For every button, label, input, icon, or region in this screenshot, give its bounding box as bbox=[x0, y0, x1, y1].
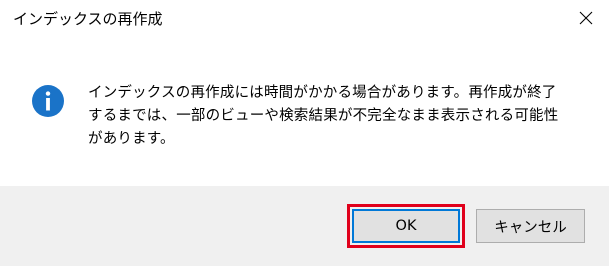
message-line: があります。 bbox=[88, 131, 175, 147]
close-icon bbox=[579, 11, 593, 25]
dialog-content: インデックスの再作成には時間がかかる場合があります。再作成が終了 するまでは、一… bbox=[0, 40, 609, 186]
reindex-dialog: インデックスの再作成 インデックスの再作成には時間がかかる場合があります。再作成… bbox=[0, 0, 609, 266]
message-line: するまでは、一部のビューや検索結果が不完全なまま表示される可能性 bbox=[88, 108, 559, 124]
message-text: インデックスの再作成には時間がかかる場合があります。再作成が終了 するまでは、一… bbox=[88, 82, 588, 151]
title-bar: インデックスの再作成 bbox=[0, 0, 609, 40]
ok-button[interactable]: OK bbox=[352, 209, 460, 243]
cancel-button[interactable]: キャンセル bbox=[476, 209, 585, 243]
close-button[interactable] bbox=[563, 0, 609, 36]
message-line: インデックスの再作成には時間がかかる場合があります。再作成が終了 bbox=[88, 85, 557, 101]
dialog-title: インデックスの再作成 bbox=[13, 10, 163, 28]
button-bar: OK キャンセル bbox=[0, 186, 609, 266]
info-icon bbox=[32, 85, 64, 117]
